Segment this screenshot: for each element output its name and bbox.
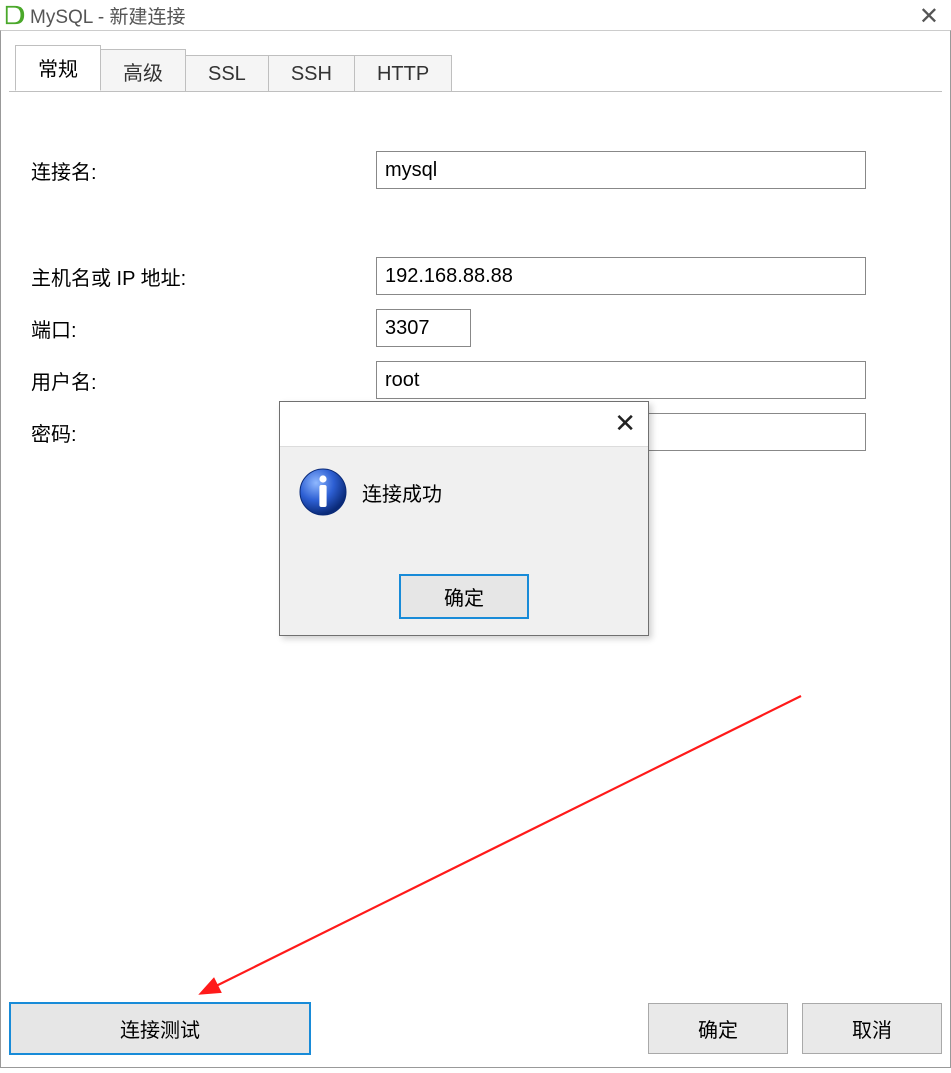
- input-connection-name[interactable]: [376, 151, 866, 189]
- label-port: 端口:: [31, 314, 376, 343]
- popup-ok-button[interactable]: 确定: [399, 574, 529, 619]
- popup-dialog: ✕ 连接成功 确定: [279, 401, 649, 636]
- title-bar: MySQL - 新建连接 ✕: [0, 0, 951, 30]
- row-connection-name: 连接名:: [31, 151, 920, 189]
- tab-advanced[interactable]: 高级: [100, 49, 186, 92]
- cancel-button[interactable]: 取消: [802, 1003, 942, 1054]
- popup-message: 连接成功: [362, 478, 442, 507]
- label-host: 主机名或 IP 地址:: [31, 262, 376, 291]
- window-body: 常规 高级 SSL SSH HTTP 连接名: 主机名或 IP 地址: 端口: …: [0, 30, 951, 1068]
- tab-http[interactable]: HTTP: [354, 55, 452, 92]
- test-connection-button[interactable]: 连接测试: [9, 1002, 311, 1055]
- input-port[interactable]: [376, 309, 471, 347]
- tab-underline: [9, 91, 942, 92]
- info-icon: [298, 467, 348, 517]
- tab-bar: 常规 高级 SSL SSH HTTP: [15, 51, 451, 91]
- window-title: MySQL - 新建连接: [30, 2, 186, 29]
- bottom-bar: 连接测试 确定 取消: [9, 1002, 942, 1055]
- label-connection-name: 连接名:: [31, 156, 376, 185]
- tab-ssl[interactable]: SSL: [185, 55, 269, 92]
- label-username: 用户名:: [31, 366, 376, 395]
- input-host[interactable]: [376, 257, 866, 295]
- popup-body: 连接成功: [280, 447, 648, 527]
- ok-button[interactable]: 确定: [648, 1003, 788, 1054]
- app-icon: [4, 4, 26, 26]
- row-host: 主机名或 IP 地址:: [31, 257, 920, 295]
- tab-ssh[interactable]: SSH: [268, 55, 355, 92]
- row-username: 用户名:: [31, 361, 920, 399]
- row-port: 端口:: [31, 309, 920, 347]
- input-username[interactable]: [376, 361, 866, 399]
- popup-footer: 确定: [280, 574, 648, 619]
- popup-titlebar: ✕: [280, 402, 648, 447]
- tab-general[interactable]: 常规: [15, 45, 101, 91]
- window-close-icon[interactable]: ✕: [919, 2, 939, 31]
- popup-close-icon[interactable]: ✕: [614, 408, 636, 439]
